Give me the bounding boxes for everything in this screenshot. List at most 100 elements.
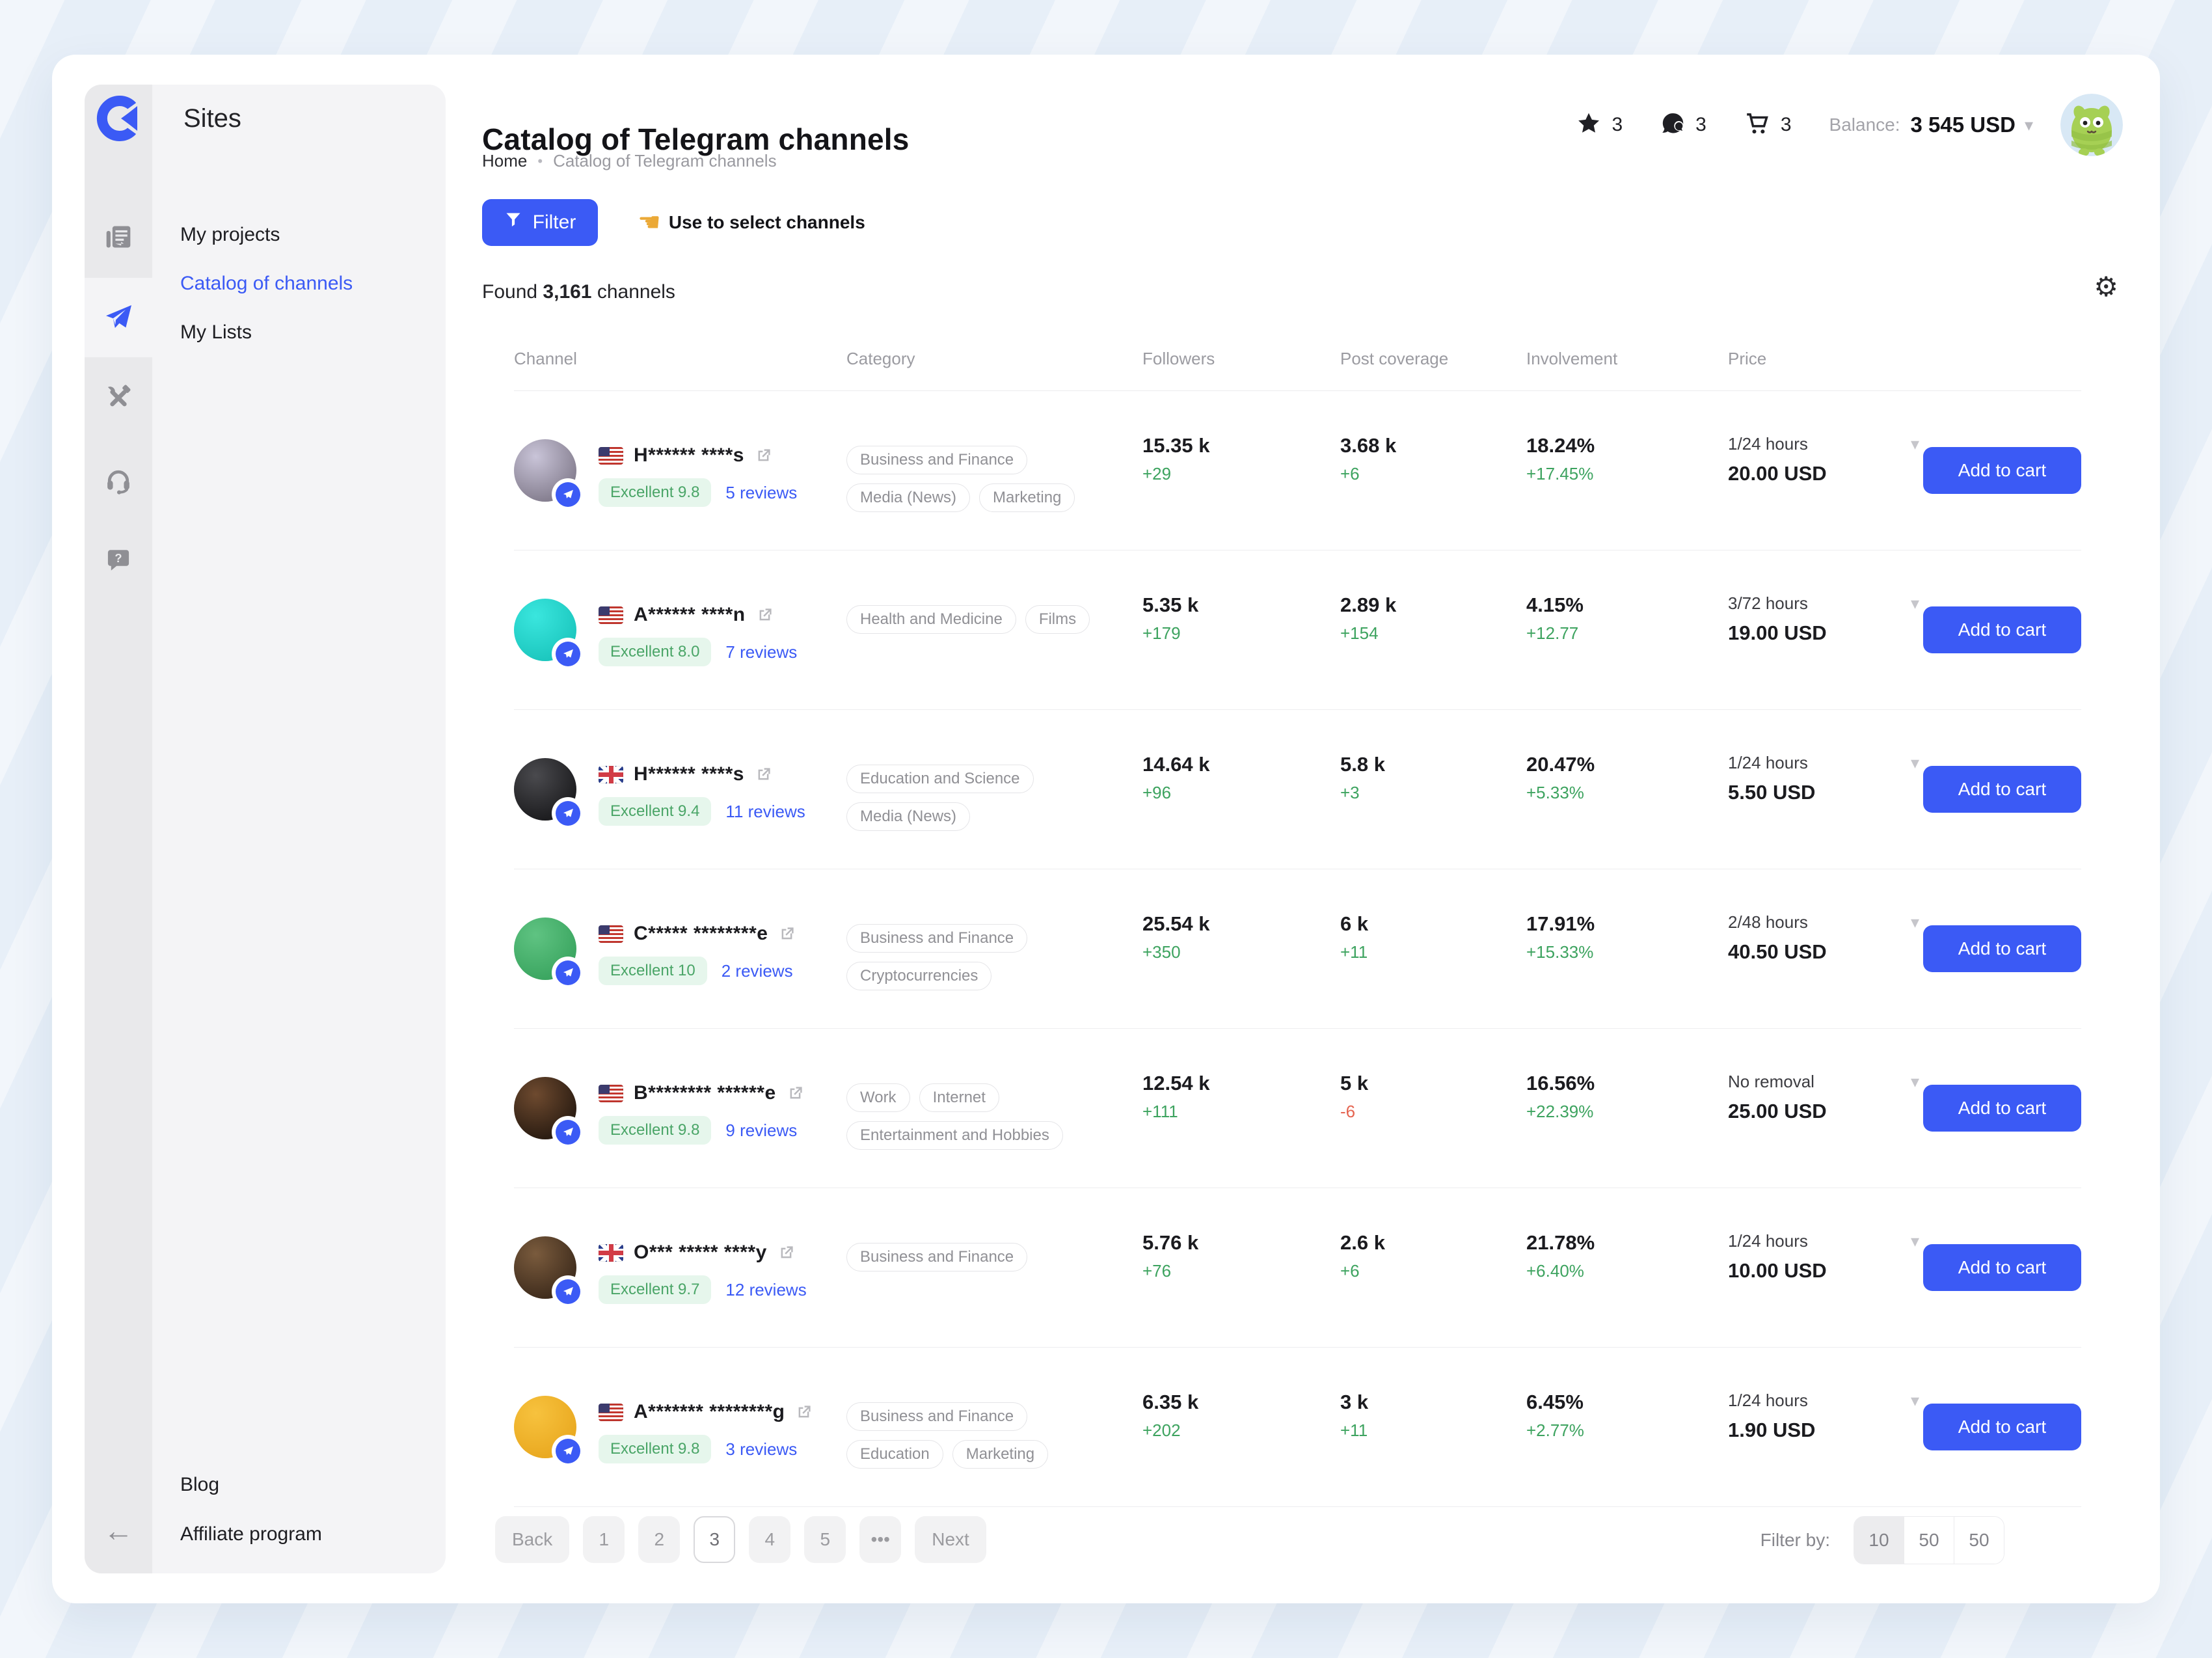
- price-dropdown-caret[interactable]: ▾: [1911, 1231, 1919, 1251]
- channel-avatar[interactable]: [514, 917, 576, 980]
- channel-info: B******** ******e Excellent 9.8 9 review…: [599, 1029, 804, 1188]
- external-link-icon[interactable]: [755, 766, 772, 783]
- channel-avatar[interactable]: [514, 1236, 576, 1299]
- coverage-value: 5.8 k: [1340, 753, 1526, 776]
- external-link-icon[interactable]: [778, 925, 796, 943]
- pagination-next-button[interactable]: Next: [915, 1516, 986, 1563]
- rail-projects-icon[interactable]: [85, 197, 152, 277]
- page-size-option-1[interactable]: 50: [1904, 1517, 1954, 1564]
- coverage-value: 5 k: [1340, 1072, 1526, 1095]
- followers-delta: +179: [1142, 623, 1340, 644]
- reviews-link[interactable]: 7 reviews: [725, 642, 797, 662]
- messages-indicator[interactable]: 3: [1660, 111, 1706, 139]
- user-avatar[interactable]: [2060, 94, 2123, 156]
- involvement-cell: 17.91% +15.33%: [1526, 869, 1728, 1028]
- telegram-badge-icon: [556, 1439, 580, 1463]
- external-link-icon[interactable]: [777, 1244, 795, 1262]
- channel-avatar[interactable]: [514, 599, 576, 661]
- breadcrumb-home[interactable]: Home: [482, 151, 527, 171]
- collapse-sidebar-arrow[interactable]: ←: [85, 1504, 152, 1556]
- pagination-page-1[interactable]: 1: [583, 1516, 625, 1563]
- pagination-page-3[interactable]: 3: [694, 1516, 735, 1563]
- favorites-indicator[interactable]: 3: [1576, 111, 1623, 139]
- price-dropdown-caret[interactable]: ▾: [1911, 912, 1919, 932]
- external-link-icon[interactable]: [756, 606, 774, 624]
- channel-avatar[interactable]: [514, 439, 576, 502]
- page-size-option-0[interactable]: 10: [1854, 1517, 1904, 1564]
- reviews-link[interactable]: 11 reviews: [725, 802, 805, 822]
- add-to-cart-button[interactable]: Add to cart: [1923, 447, 2081, 494]
- channel-avatar[interactable]: [514, 1396, 576, 1458]
- add-to-cart-button[interactable]: Add to cart: [1923, 606, 2081, 653]
- cart-indicator[interactable]: 3: [1744, 111, 1792, 140]
- rail-faq-icon[interactable]: ?: [85, 521, 152, 600]
- sidebar-link-affiliate-program[interactable]: Affiliate program: [180, 1523, 322, 1545]
- price-dropdown-caret[interactable]: ▾: [1911, 593, 1919, 614]
- reviews-link[interactable]: 9 reviews: [725, 1121, 797, 1141]
- pagination-page-5[interactable]: 5: [804, 1516, 846, 1563]
- channel-cell: C***** ********e Excellent 10 2 reviews: [514, 869, 846, 1028]
- involvement-delta: +15.33%: [1526, 942, 1728, 962]
- reviews-link[interactable]: 3 reviews: [725, 1439, 797, 1460]
- rail-catalog-icon[interactable]: [85, 278, 152, 357]
- reviews-link[interactable]: 12 reviews: [725, 1280, 806, 1300]
- external-link-icon[interactable]: [795, 1404, 813, 1421]
- price-value: 20.00 USD: [1728, 462, 1884, 485]
- channel-cell: A****** ****n Excellent 8.0 7 reviews: [514, 550, 846, 709]
- add-to-cart-button[interactable]: Add to cart: [1923, 1085, 2081, 1132]
- add-to-cart-cell: Add to cart: [1923, 1188, 2081, 1347]
- rating-badge: Excellent 10: [599, 957, 707, 985]
- table-settings-gear-icon[interactable]: ⚙: [2094, 273, 2118, 301]
- involvement-value: 6.45%: [1526, 1391, 1728, 1414]
- sidebar-item-my-lists[interactable]: My Lists: [180, 321, 353, 344]
- price-value: 5.50 USD: [1728, 781, 1884, 804]
- involvement-cell: 6.45% +2.77%: [1526, 1348, 1728, 1506]
- price-dropdown-caret[interactable]: ▾: [1911, 1391, 1919, 1411]
- rail-tools-icon[interactable]: [85, 358, 152, 437]
- followers-value: 15.35 k: [1142, 434, 1340, 457]
- table-body: H****** ****s Excellent 9.8 5 reviews Bu…: [514, 391, 2081, 1507]
- add-to-cart-button[interactable]: Add to cart: [1923, 1244, 2081, 1291]
- sidebar-item-my-projects[interactable]: My projects: [180, 224, 353, 246]
- filter-button[interactable]: Filter: [482, 199, 598, 246]
- channel-info: C***** ********e Excellent 10 2 reviews: [599, 869, 796, 1028]
- reviews-link[interactable]: 2 reviews: [722, 961, 793, 981]
- add-to-cart-button[interactable]: Add to cart: [1923, 925, 2081, 972]
- category-tag: Internet: [919, 1083, 999, 1112]
- coverage-delta: -6: [1340, 1102, 1526, 1122]
- rail-support-icon[interactable]: [85, 441, 152, 521]
- channel-info: A******* ********g Excellent 9.8 3 revie…: [599, 1348, 813, 1506]
- external-link-icon[interactable]: [755, 447, 772, 465]
- pagination-page-2[interactable]: 2: [638, 1516, 680, 1563]
- telegram-badge-icon: [556, 1120, 580, 1145]
- balance-dropdown-caret[interactable]: ▾: [2025, 115, 2033, 135]
- price-dropdown-caret[interactable]: ▾: [1911, 753, 1919, 773]
- page-size-control: Filter by: 105050: [1760, 1516, 2004, 1564]
- pagination-back-button[interactable]: Back: [495, 1516, 569, 1563]
- price-dropdown-caret[interactable]: ▾: [1911, 1072, 1919, 1092]
- results-count-line: Found 3,161 channels: [482, 281, 675, 303]
- channel-name: C***** ********e: [634, 923, 768, 945]
- table-row: A******* ********g Excellent 9.8 3 revie…: [514, 1348, 2081, 1507]
- category-tags: Education and ScienceMedia (News): [846, 710, 1142, 869]
- add-to-cart-button[interactable]: Add to cart: [1923, 1404, 2081, 1450]
- price-dropdown-caret[interactable]: ▾: [1911, 434, 1919, 454]
- breadcrumb: Home • Catalog of Telegram channels: [482, 151, 777, 171]
- price-cell: 1/24 hours ▾ 1.90 USD: [1728, 1348, 1923, 1506]
- page-size-option-2[interactable]: 50: [1954, 1517, 2004, 1564]
- involvement-cell: 4.15% +12.77: [1526, 550, 1728, 709]
- pagination-page-4[interactable]: 4: [749, 1516, 790, 1563]
- sidebar-item-catalog-of-channels[interactable]: Catalog of channels: [180, 273, 353, 295]
- app-logo-icon[interactable]: [96, 96, 141, 141]
- pagination-ellipsis[interactable]: •••: [859, 1516, 901, 1563]
- results-count: 3,161: [543, 281, 591, 303]
- sidebar-link-blog[interactable]: Blog: [180, 1474, 322, 1496]
- channel-avatar[interactable]: [514, 758, 576, 821]
- followers-delta: +111: [1142, 1102, 1340, 1122]
- column-header-channel: Channel: [514, 349, 846, 390]
- channel-avatar[interactable]: [514, 1077, 576, 1139]
- coverage-delta: +3: [1340, 783, 1526, 803]
- add-to-cart-button[interactable]: Add to cart: [1923, 766, 2081, 813]
- external-link-icon[interactable]: [787, 1085, 804, 1102]
- reviews-link[interactable]: 5 reviews: [725, 483, 797, 503]
